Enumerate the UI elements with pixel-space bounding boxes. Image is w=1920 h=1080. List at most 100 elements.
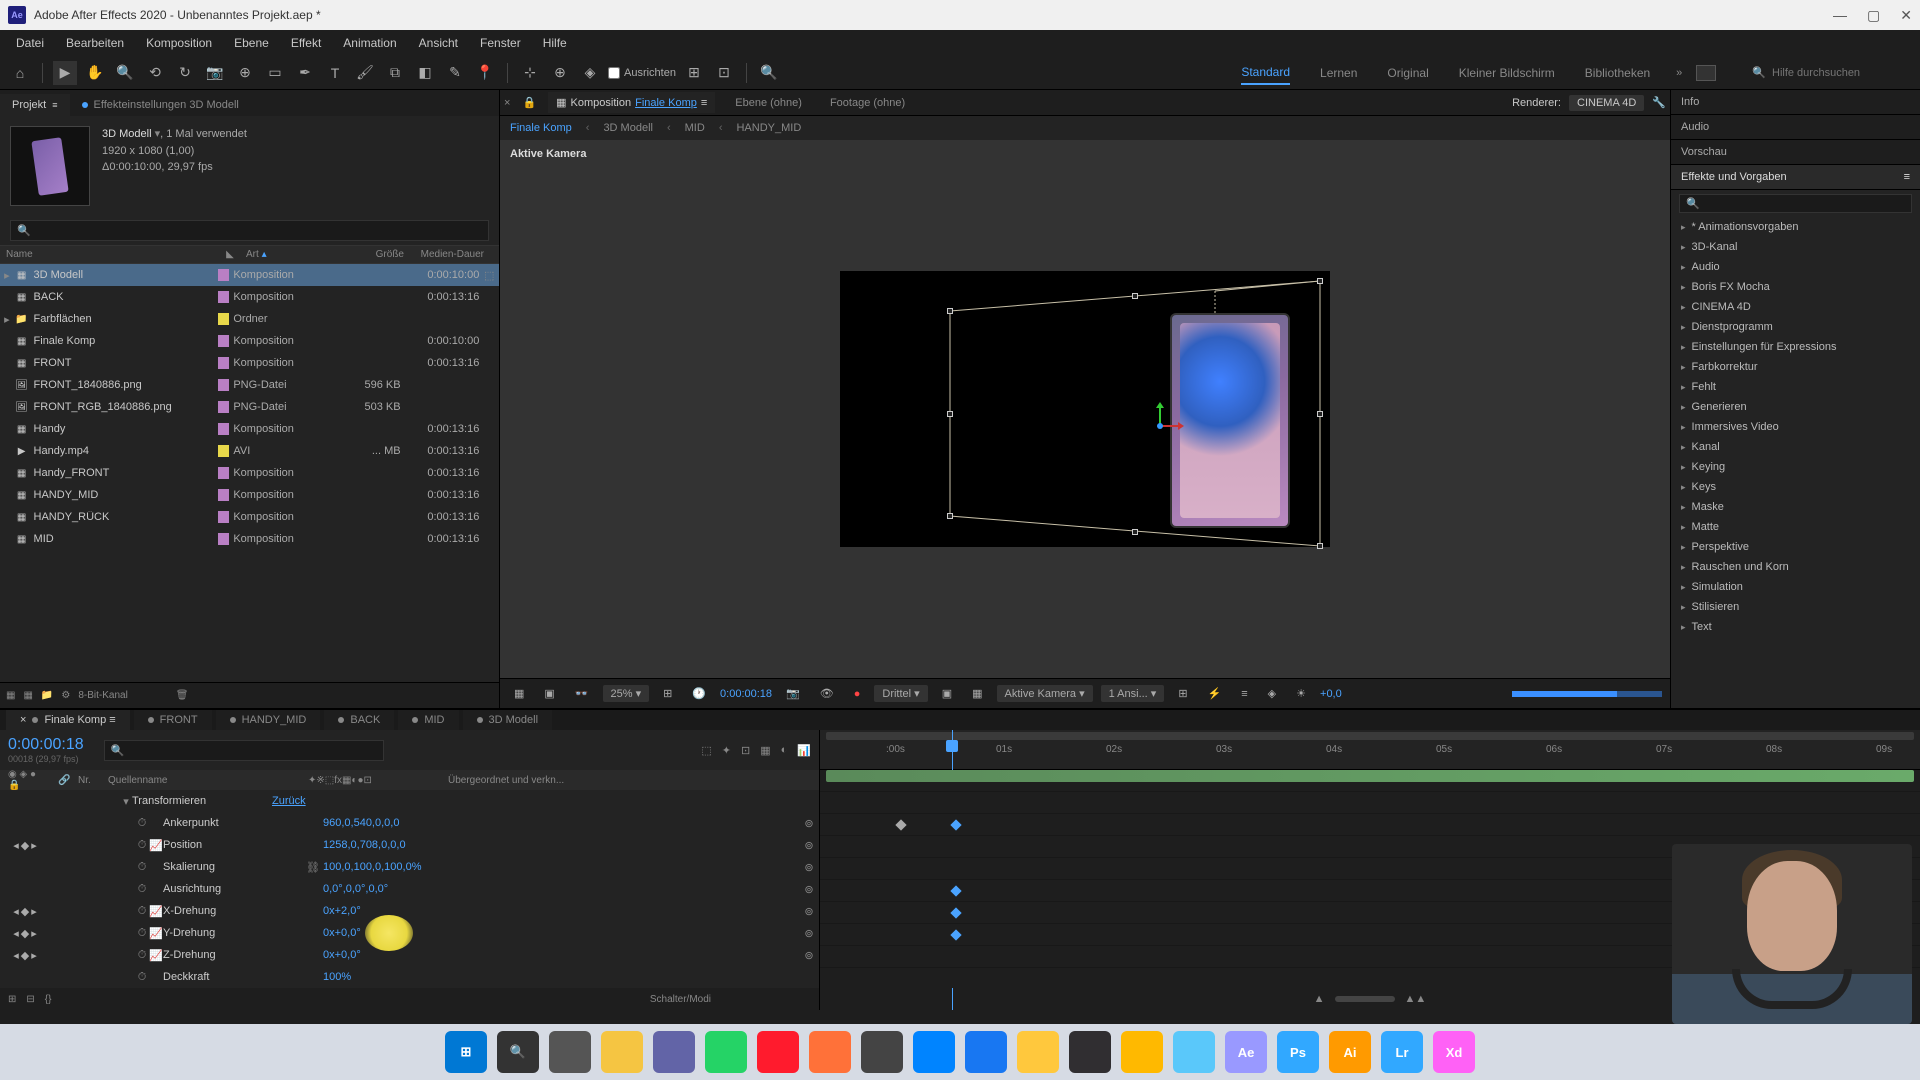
effect-category[interactable]: ▸3D-Kanal — [1671, 237, 1920, 257]
workspace-original[interactable]: Original — [1387, 62, 1428, 84]
selection-tool[interactable]: ▶ — [53, 61, 77, 85]
taskbar-whatsapp[interactable] — [705, 1031, 747, 1073]
graph-editor-icon[interactable]: 📊 — [797, 744, 811, 757]
timeline-timecode[interactable]: 0:00:00:18 — [8, 736, 84, 754]
motion-blur-icon[interactable]: ◐ — [781, 744, 788, 757]
effect-category[interactable]: ▸Immersives Video — [1671, 417, 1920, 437]
keyframe[interactable] — [950, 885, 961, 896]
project-item[interactable]: 🖼FRONT_RGB_1840886.pngPNG-Datei503 KB — [0, 396, 499, 418]
work-area-bar[interactable] — [826, 732, 1914, 740]
effect-category[interactable]: ▸Einstellungen für Expressions — [1671, 337, 1920, 357]
3d-toggle-icon[interactable]: 👓 — [569, 685, 595, 702]
label-swatch[interactable] — [218, 533, 230, 545]
workspace-kleiner bildschirm[interactable]: Kleiner Bildschirm — [1459, 62, 1555, 84]
zoom-dropdown[interactable]: 25% ▾ — [603, 685, 650, 702]
new-comp-icon[interactable]: ▦ — [23, 690, 32, 701]
label-swatch[interactable] — [218, 423, 230, 435]
nviews-dropdown[interactable]: 1 Ansi... ▾ — [1101, 685, 1165, 702]
menu-fenster[interactable]: Fenster — [470, 32, 531, 54]
prev-keyframe-icon[interactable]: ◂ — [13, 839, 19, 852]
label-swatch[interactable] — [218, 467, 230, 479]
col-size[interactable]: Größe — [340, 246, 410, 263]
taskbar-ai[interactable]: Ai — [1329, 1031, 1371, 1073]
property-value[interactable]: 0x+0,0° — [323, 949, 523, 961]
taskbar-opera[interactable] — [757, 1031, 799, 1073]
property-track[interactable] — [820, 792, 1920, 814]
tab-project[interactable]: Projekt≡ — [0, 94, 70, 116]
property-value[interactable]: 960,0,540,0,0,0 — [323, 817, 523, 829]
stopwatch-icon[interactable]: ⏱ — [135, 971, 149, 984]
property-name[interactable]: Y-Drehung — [163, 927, 303, 939]
expression-pickwhip-icon[interactable]: ⊚ — [799, 905, 819, 918]
snap-options-icon[interactable]: ⊞ — [682, 61, 706, 85]
menu-bearbeiten[interactable]: Bearbeiten — [56, 32, 134, 54]
search-icon-toolbar[interactable]: 🔍 — [757, 61, 781, 85]
twirl-transform[interactable]: ▾ — [120, 795, 132, 808]
property-name[interactable]: Ausrichtung — [163, 883, 303, 895]
menu-effekt[interactable]: Effekt — [281, 32, 331, 54]
bit-depth-button[interactable]: 8-Bit-Kanal — [78, 690, 127, 701]
show-snapshot-icon[interactable]: 👁 — [814, 685, 840, 702]
timeline-icon[interactable]: ≡ — [1235, 686, 1253, 702]
effect-category[interactable]: ▸Perspektive — [1671, 537, 1920, 557]
interpret-footage-icon[interactable]: ▦ — [6, 690, 15, 701]
effect-category[interactable]: ▸Text — [1671, 617, 1920, 637]
project-item[interactable]: ▦Finale KompKomposition0:00:10:00 — [0, 330, 499, 352]
effect-category[interactable]: ▸Stilisieren — [1671, 597, 1920, 617]
trash-icon[interactable]: 🗑 — [176, 690, 189, 701]
effect-category[interactable]: ▸CINEMA 4D — [1671, 297, 1920, 317]
stopwatch-icon[interactable]: ⏱ — [135, 949, 149, 962]
menu-hilfe[interactable]: Hilfe — [533, 32, 577, 54]
panel-audio[interactable]: Audio — [1671, 115, 1920, 140]
pixel-aspect-icon[interactable]: ⊞ — [1172, 685, 1193, 702]
effects-search-input[interactable]: 🔍 — [1679, 194, 1912, 213]
property-name[interactable]: Z-Drehung — [163, 949, 303, 961]
label-swatch[interactable] — [218, 401, 230, 413]
col-nr[interactable]: Nr. — [74, 775, 104, 786]
property-value[interactable]: 100% — [323, 971, 523, 983]
keyframe[interactable] — [950, 819, 961, 830]
add-keyframe-icon[interactable]: ◆ — [21, 927, 29, 940]
resolution-dropdown[interactable]: Drittel ▾ — [874, 685, 927, 702]
graph-icon[interactable]: 📈 — [149, 839, 163, 852]
axis-gizmo[interactable] — [1150, 406, 1190, 446]
effect-category[interactable]: ▸Farbkorrektur — [1671, 357, 1920, 377]
taskbar-files[interactable] — [1121, 1031, 1163, 1073]
expression-pickwhip-icon[interactable]: ⊚ — [799, 861, 819, 874]
fast-preview-icon[interactable]: ⚡ — [1202, 685, 1228, 702]
next-keyframe-icon[interactable]: ▸ — [31, 949, 37, 962]
channel-icon[interactable]: ● — [848, 686, 867, 702]
pen-tool[interactable]: ✒ — [293, 61, 317, 85]
effect-category[interactable]: ▸Generieren — [1671, 397, 1920, 417]
timeline-search-input[interactable]: 🔍 — [104, 740, 384, 761]
property-name[interactable]: Position — [163, 839, 303, 851]
add-keyframe-icon[interactable]: ◆ — [21, 949, 29, 962]
project-item[interactable]: ▦FRONTKomposition0:00:13:16 — [0, 352, 499, 374]
mask-toggle-icon[interactable]: ▣ — [538, 685, 560, 702]
stopwatch-icon[interactable]: ⏱ — [135, 839, 149, 852]
view-dropdown[interactable]: Aktive Kamera ▾ — [997, 685, 1093, 702]
stopwatch-icon[interactable]: ⏱ — [135, 927, 149, 940]
label-swatch[interactable] — [218, 379, 230, 391]
minimize-button[interactable]: — — [1833, 7, 1847, 24]
puppet-tool[interactable]: 📍 — [473, 61, 497, 85]
exposure-reset-icon[interactable]: ☀ — [1290, 685, 1312, 702]
toggle-switches-icon[interactable]: ⊞ — [8, 994, 16, 1005]
next-keyframe-icon[interactable]: ▸ — [31, 927, 37, 940]
workspace-overflow-icon[interactable]: » — [1676, 67, 1682, 79]
keyframe[interactable] — [950, 907, 961, 918]
menu-ebene[interactable]: Ebene — [224, 32, 279, 54]
viewer-timecode[interactable]: 0:00:00:18 — [720, 688, 772, 700]
timeline-tab[interactable]: 3D Modell — [463, 710, 553, 730]
label-swatch[interactable] — [218, 269, 230, 281]
breadcrumb-item[interactable]: HANDY_MID — [736, 122, 801, 134]
shape-tool[interactable]: ▭ — [263, 61, 287, 85]
add-keyframe-icon[interactable]: ◆ — [21, 839, 29, 852]
transform-reset[interactable]: Zurück — [272, 795, 472, 807]
panel-layout-icon[interactable] — [1696, 65, 1716, 81]
next-keyframe-icon[interactable]: ▸ — [31, 905, 37, 918]
orbit-tool[interactable]: ⟲ — [143, 61, 167, 85]
label-swatch[interactable] — [218, 445, 230, 457]
taskbar-editor[interactable] — [1173, 1031, 1215, 1073]
property-name[interactable]: X-Drehung — [163, 905, 303, 917]
